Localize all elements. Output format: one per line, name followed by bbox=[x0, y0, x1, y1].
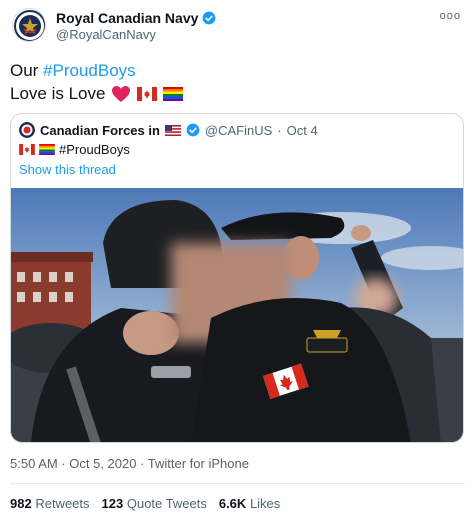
quoted-rainbow-flag-icon bbox=[39, 144, 55, 155]
retweets-label: Retweets bbox=[35, 496, 90, 511]
tweet-stats: 982 Retweets 123 Quote Tweets 6.6K Likes bbox=[10, 496, 280, 511]
tweet-timestamp[interactable]: 5:50 AM · Oct 5, 2020 · Twitter for iPho… bbox=[10, 456, 249, 471]
author-name[interactable]: Royal Canadian Navy bbox=[56, 10, 216, 26]
quoted-author-handle[interactable]: @CAFinUS bbox=[205, 123, 272, 138]
quoted-date[interactable]: Oct 4 bbox=[287, 123, 318, 138]
likes-label: Likes bbox=[249, 496, 281, 511]
quote-tweets-count: 123 bbox=[101, 496, 124, 511]
quoted-author-name[interactable]: Canadian Forces in bbox=[40, 123, 160, 138]
retweets-count: 982 bbox=[10, 496, 32, 511]
author-avatar[interactable] bbox=[12, 8, 46, 42]
tweet-text-prefix: Our bbox=[10, 61, 44, 80]
quote-tweets-stat[interactable]: 123 Quote Tweets bbox=[102, 496, 207, 511]
tweet-line2-text: Love is Love bbox=[10, 84, 106, 103]
tweet-text: Our #ProudBoys Love is Love bbox=[10, 59, 184, 105]
quoted-author-avatar[interactable] bbox=[19, 122, 35, 138]
quoted-tweet-text: #ProudBoys bbox=[19, 142, 130, 157]
us-flag-icon bbox=[164, 124, 181, 136]
author-handle[interactable]: @RoyalCanNavy bbox=[56, 27, 156, 42]
more-options-icon[interactable]: ooo bbox=[440, 10, 461, 22]
canada-flag-icon bbox=[137, 86, 158, 101]
show-thread-link[interactable]: Show this thread bbox=[19, 162, 116, 177]
likes-count: 6.6K bbox=[218, 496, 247, 511]
quoted-verified-badge-icon bbox=[186, 123, 200, 137]
quoted-tweet-photo[interactable] bbox=[11, 188, 463, 443]
likes-stat[interactable]: 6.6K Likes bbox=[219, 496, 280, 511]
verified-badge-icon bbox=[202, 11, 216, 25]
caf-roundel-icon bbox=[19, 122, 35, 138]
rainbow-flag-icon bbox=[163, 86, 184, 101]
quoted-tweet-header: Canadian Forces in @CAFinUS · Oct 4 bbox=[19, 122, 318, 138]
divider bbox=[10, 483, 465, 484]
author-name-text: Royal Canadian Navy bbox=[56, 10, 199, 26]
quoted-separator: · bbox=[277, 122, 282, 138]
retweets-stat[interactable]: 982 Retweets bbox=[10, 496, 90, 511]
quoted-hashtag[interactable]: #ProudBoys bbox=[59, 142, 130, 157]
tweet-hashtag-link[interactable]: #ProudBoys bbox=[43, 61, 136, 80]
quoted-canada-flag-icon bbox=[19, 144, 35, 155]
quoted-tweet-card[interactable]: Canadian Forces in @CAFinUS · Oct 4 #Pro… bbox=[10, 113, 464, 443]
rcn-crest-icon bbox=[14, 10, 45, 41]
quote-tweets-label: Quote Tweets bbox=[126, 496, 207, 511]
red-heart-icon bbox=[112, 85, 131, 102]
